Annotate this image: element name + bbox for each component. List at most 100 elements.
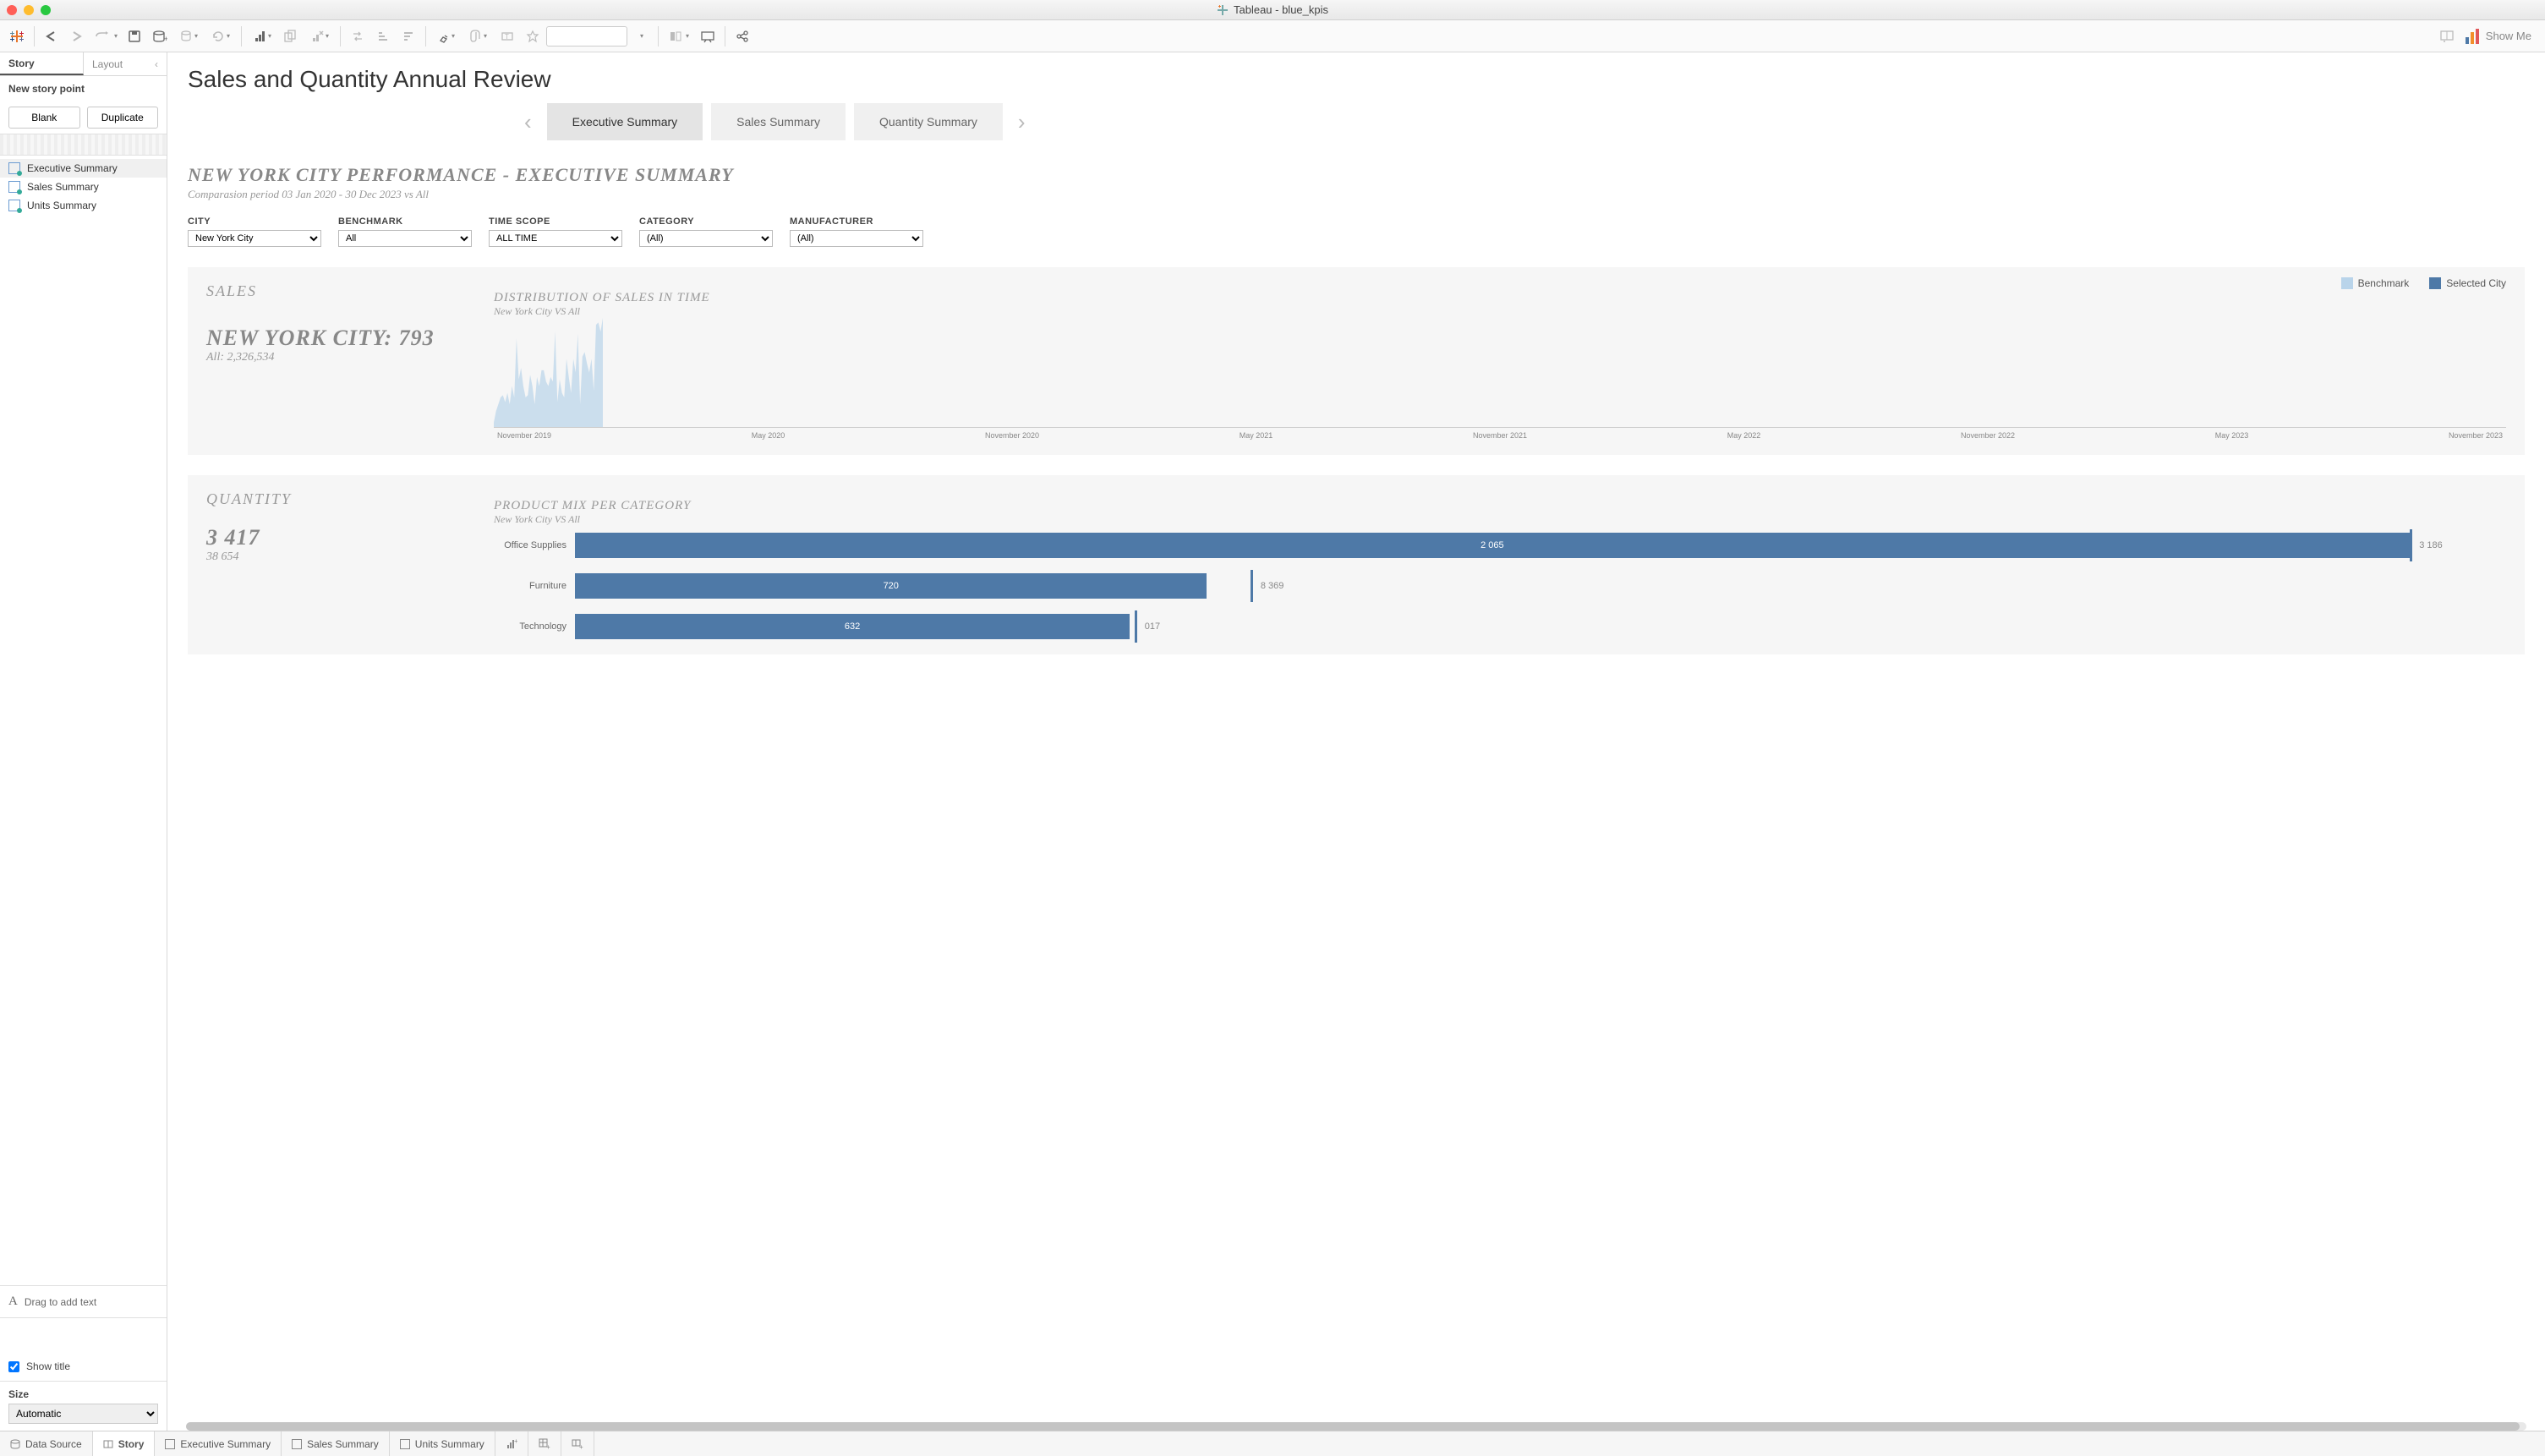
clear-sheet-button[interactable]: ▾ [304,25,335,48]
category-row[interactable]: Office Supplies2 0653 186 [494,533,2506,558]
tab-executive-summary[interactable]: Executive Summary [155,1431,282,1456]
size-select[interactable]: Automatic [8,1404,158,1424]
dashboard-title: NEW YORK CITY PERFORMANCE - EXECUTIVE SU… [188,164,2525,186]
show-title-label: Show title [26,1360,70,1372]
category-row[interactable]: Technology632017 [494,614,2506,639]
highlight-button[interactable]: ▾ [431,25,462,48]
filter-city-label: CITY [188,216,321,227]
back-button[interactable] [40,25,63,48]
dashboard-icon [8,162,20,174]
new-worksheet-button[interactable]: ▾ [247,25,277,48]
new-worksheet-tab[interactable]: + [495,1431,528,1456]
filter-manufacturer[interactable]: (All) [790,230,923,247]
filter-timescope[interactable]: ALL TIME [489,230,622,247]
benchmark-label: 8 369 [1261,581,1284,591]
category-label: Office Supplies [494,540,566,550]
duplicate-button[interactable]: Duplicate [87,107,159,129]
filter-manufacturer-label: MANUFACTURER [790,216,923,227]
drag-to-add-text[interactable]: A Drag to add text [0,1285,167,1318]
attach-button[interactable]: ▾ [463,25,494,48]
category-label: Technology [494,621,566,632]
next-story-button[interactable]: › [1011,109,1032,135]
story-point-sales[interactable]: Sales Summary [711,103,846,140]
dashboard-icon [400,1439,410,1449]
category-bar: 2 065 [575,533,2410,558]
zoom-window-button[interactable] [41,5,51,15]
x-tick: November 2021 [1473,431,1527,440]
save-button[interactable] [123,25,146,48]
duplicate-sheet-button[interactable] [279,25,303,48]
guide-button[interactable] [2435,25,2459,48]
tab-story[interactable]: Story [93,1431,156,1456]
label-button[interactable]: T [495,25,519,48]
new-story-icon: + [572,1438,583,1450]
quantity-kpi: 3 417 [206,525,460,550]
new-story-tab[interactable]: + [561,1431,594,1456]
window-title: Tableau - blue_kpis [1217,3,1328,16]
sort-desc-button[interactable] [397,25,420,48]
sheet-tabs: Data Source Story Executive Summary Sale… [0,1431,2545,1456]
pin-button[interactable] [521,25,545,48]
new-dashboard-tab[interactable]: + [528,1431,561,1456]
benchmark-label: 017 [1145,621,1160,632]
forward-button[interactable] [65,25,89,48]
quantity-head: QUANTITY [206,490,460,508]
show-title-checkbox[interactable] [8,1361,19,1372]
product-mix-chart[interactable]: PRODUCT MIX PER CATEGORY New York City V… [494,499,2506,639]
svg-text:+: + [579,1443,583,1450]
swap-button[interactable] [346,25,369,48]
sales-head: SALES [206,282,460,300]
category-row[interactable]: Furniture7208 369 [494,573,2506,599]
filter-timescope-label: TIME SCOPE [489,216,622,227]
quantity-kpi-sub: 38 654 [206,550,460,564]
close-window-button[interactable] [7,5,17,15]
new-sheet-icon: + [506,1438,517,1450]
sidebar-item-executive[interactable]: Executive Summary [0,159,167,178]
story-icon [103,1439,113,1449]
x-tick: May 2023 [2215,431,2249,440]
search-dropdown-button[interactable]: ▾ [629,25,653,48]
svg-text:+: + [164,35,167,43]
undo-button[interactable]: ▾ [90,25,121,48]
horizontal-scrollbar[interactable] [186,1422,2526,1431]
sidebar-item-sales[interactable]: Sales Summary [0,178,167,196]
refresh-button[interactable]: ▾ [205,25,236,48]
presentation-button[interactable] [696,25,720,48]
show-me-icon [2466,29,2479,44]
sidebar-item-units[interactable]: Units Summary [0,196,167,215]
tab-units-summary[interactable]: Units Summary [390,1431,495,1456]
pause-updates-button[interactable]: ▾ [173,25,204,48]
sales-time-chart[interactable]: DISTRIBUTION OF SALES IN TIME New York C… [494,291,2506,440]
story-side-panel: Story Layout‹ New story point Blank Dupl… [0,52,167,1431]
x-tick: November 2020 [985,431,1039,440]
new-data-button[interactable]: + [148,25,172,48]
chart-legend: Benchmark Selected City [2341,277,2506,289]
filter-category[interactable]: (All) [639,230,773,247]
size-label: Size [8,1388,158,1400]
prev-story-button[interactable]: ‹ [517,109,539,135]
text-icon: A [8,1295,18,1309]
svg-text:+: + [514,1438,517,1445]
share-button[interactable] [731,25,754,48]
tab-data-source[interactable]: Data Source [0,1431,93,1456]
story-point-executive[interactable]: Executive Summary [547,103,703,140]
tab-sales-summary[interactable]: Sales Summary [282,1431,390,1456]
layout-tab[interactable]: Layout‹ [84,52,167,75]
blank-button[interactable]: Blank [8,107,80,129]
filter-benchmark[interactable]: All [338,230,472,247]
story-title[interactable]: Sales and Quantity Annual Review [167,52,2545,100]
story-tab[interactable]: Story [0,52,84,75]
sort-asc-button[interactable] [371,25,395,48]
tableau-logo-button[interactable] [5,25,29,48]
svg-text:+: + [546,1443,550,1450]
x-tick: November 2022 [1961,431,2015,440]
category-label: Furniture [494,581,566,591]
story-point-quantity[interactable]: Quantity Summary [854,103,1003,140]
minimize-window-button[interactable] [24,5,34,15]
x-tick: May 2021 [1240,431,1273,440]
show-me-button[interactable]: Show Me [2486,30,2531,42]
search-input[interactable] [546,26,627,47]
filter-city[interactable]: New York City [188,230,321,247]
dashboard-icon [165,1439,175,1449]
fit-button[interactable]: ▾ [664,25,694,48]
